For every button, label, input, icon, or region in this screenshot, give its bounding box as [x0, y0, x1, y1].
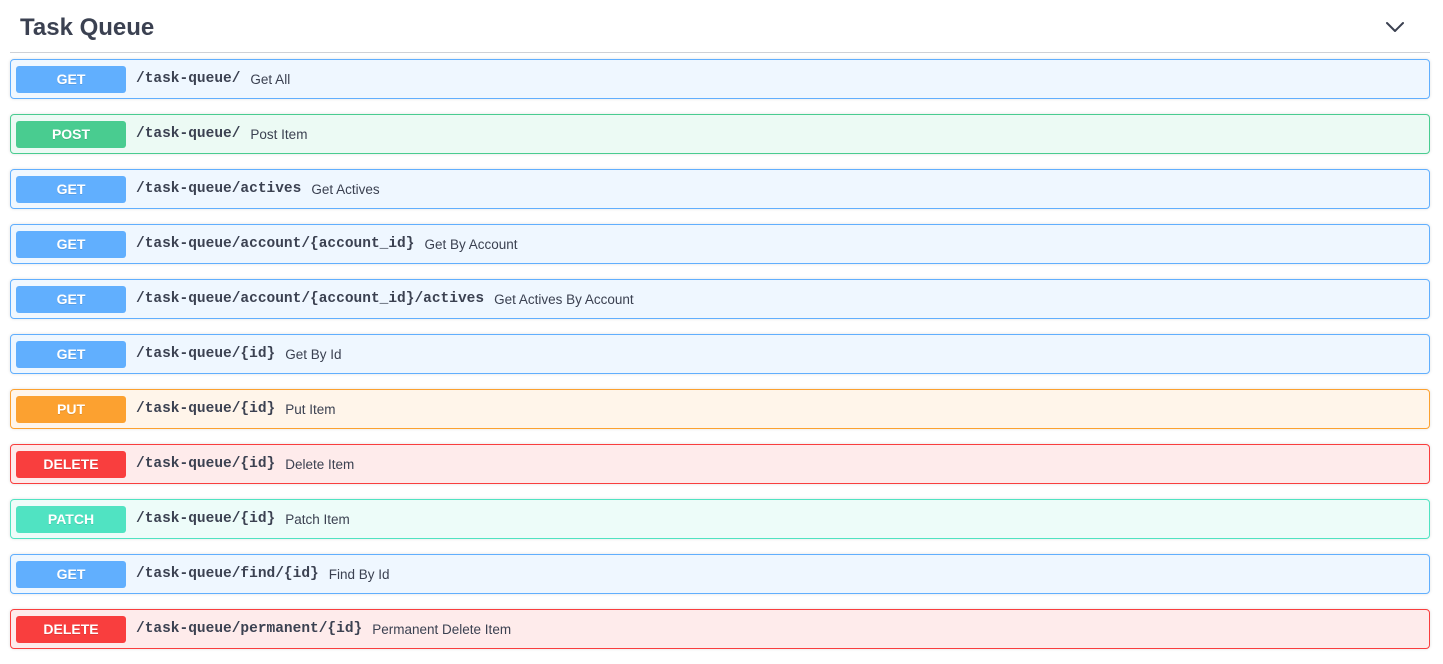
operation-path: /task-queue/{id} [136, 401, 276, 417]
operation-path: /task-queue/{id} [136, 511, 276, 527]
operation-row[interactable]: PUT /task-queue/{id} Put Item [10, 389, 1430, 429]
operation-summary: Put Item [285, 401, 336, 417]
operation-row[interactable]: DELETE /task-queue/permanent/{id} Perman… [10, 609, 1430, 649]
method-badge: DELETE [16, 450, 126, 478]
operation-summary: Get Actives [311, 181, 380, 197]
operation-row[interactable]: GET /task-queue/actives Get Actives [10, 169, 1430, 209]
method-badge: GET [16, 560, 126, 588]
operation-summary: Patch Item [285, 511, 350, 527]
tag-header[interactable]: Task Queue [10, 0, 1430, 53]
operation-path: /task-queue/ [136, 126, 241, 142]
method-badge: DELETE [16, 615, 126, 643]
method-badge: GET [16, 230, 126, 258]
operation-row[interactable]: GET /task-queue/{id} Get By Id [10, 334, 1430, 374]
operation-path: /task-queue/actives [136, 181, 302, 197]
operation-summary: Delete Item [285, 456, 355, 472]
operation-path: /task-queue/find/{id} [136, 566, 319, 582]
operation-row[interactable]: GET /task-queue/account/{account_id} Get… [10, 224, 1430, 264]
operation-row[interactable]: POST /task-queue/ Post Item [10, 114, 1430, 154]
operation-summary: Permanent Delete Item [372, 621, 512, 637]
operation-summary: Get All [250, 71, 291, 87]
operation-path: /task-queue/permanent/{id} [136, 621, 363, 637]
operation-row[interactable]: GET /task-queue/ Get All [10, 59, 1430, 99]
operation-summary: Get By Id [285, 346, 342, 362]
method-badge: PATCH [16, 505, 126, 533]
method-badge: GET [16, 175, 126, 203]
method-badge: GET [16, 340, 126, 368]
tag-title[interactable]: Task Queue [10, 1, 1430, 54]
chevron-down-icon[interactable] [1384, 17, 1406, 37]
operation-row[interactable]: DELETE /task-queue/{id} Delete Item [10, 444, 1430, 484]
operation-path: /task-queue/{id} [136, 346, 276, 362]
operation-path: /task-queue/ [136, 71, 241, 87]
method-badge: GET [16, 285, 126, 313]
operation-row[interactable]: GET /task-queue/account/{account_id}/act… [10, 279, 1430, 319]
method-badge: PUT [16, 395, 126, 423]
operation-row[interactable]: PATCH /task-queue/{id} Patch Item [10, 499, 1430, 539]
operation-list: GET /task-queue/ Get All POST /task-queu… [10, 59, 1430, 664]
operation-summary: Get Actives By Account [494, 291, 634, 307]
operation-summary: Post Item [250, 126, 308, 142]
operation-path: /task-queue/account/{account_id} [136, 236, 415, 252]
operation-path: /task-queue/account/{account_id}/actives [136, 291, 485, 307]
operation-summary: Get By Account [424, 236, 518, 252]
operation-path: /task-queue/{id} [136, 456, 276, 472]
method-badge: POST [16, 120, 126, 148]
method-badge: GET [16, 65, 126, 93]
operation-row[interactable]: GET /task-queue/find/{id} Find By Id [10, 554, 1430, 594]
operation-summary: Find By Id [328, 566, 390, 582]
